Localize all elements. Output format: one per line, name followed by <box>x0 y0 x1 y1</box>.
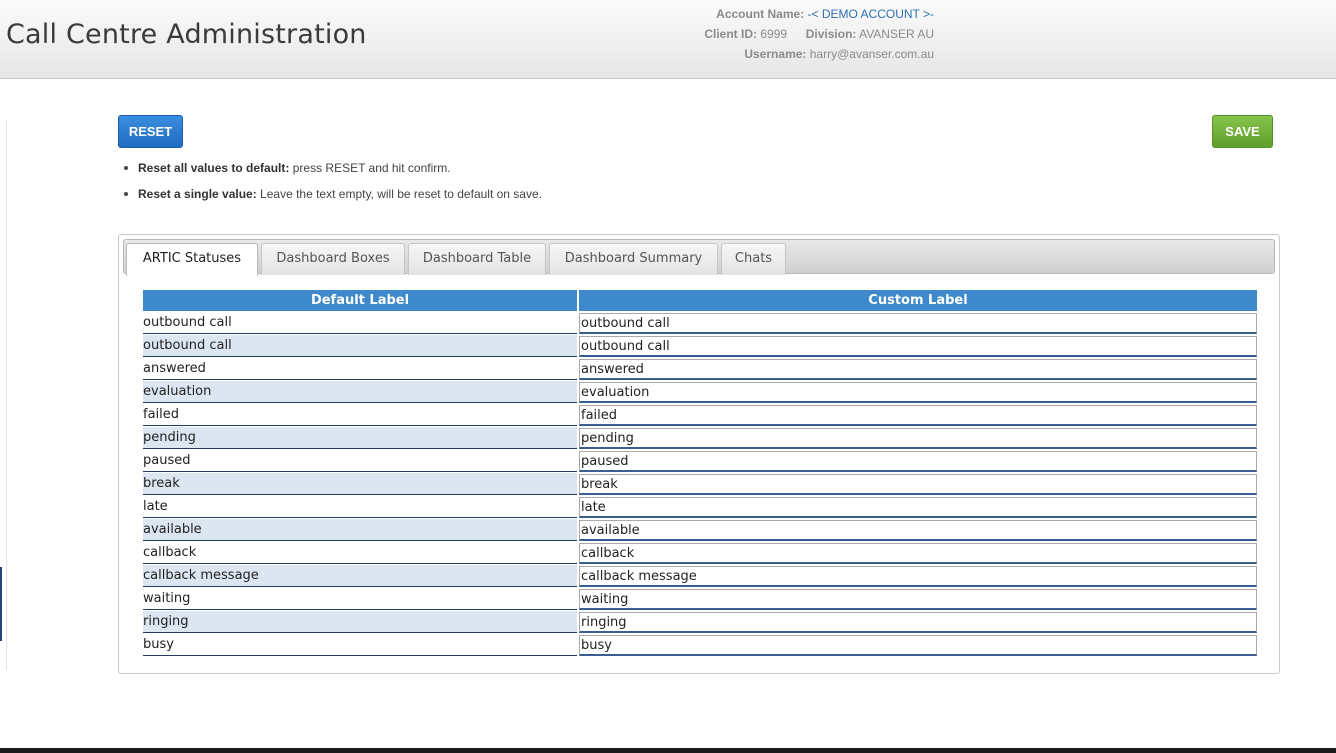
table-row: ringing <box>143 611 1257 634</box>
tab-dashboard-boxes[interactable]: Dashboard Boxes <box>261 243 405 275</box>
custom-label-input[interactable] <box>579 520 1257 541</box>
default-label-cell: paused <box>143 450 577 472</box>
left-divider <box>6 120 7 670</box>
default-label-cell: late <box>143 496 577 518</box>
division-label: Division: <box>805 27 857 41</box>
reset-button[interactable]: RESET <box>118 115 183 148</box>
default-label-cell: outbound call <box>143 335 577 357</box>
default-label-cell: waiting <box>143 588 577 610</box>
default-label-cell: available <box>143 519 577 541</box>
account-name-link[interactable]: -< DEMO ACCOUNT >- <box>808 7 934 21</box>
custom-label-input[interactable] <box>579 428 1257 449</box>
table-row: break <box>143 473 1257 496</box>
default-label-cell: callback <box>143 542 577 564</box>
column-header-default: Default Label <box>143 290 577 311</box>
default-label-cell: pending <box>143 427 577 449</box>
default-label-cell: busy <box>143 634 577 656</box>
client-division-line: Client ID: 6999 Division: AVANSER AU <box>704 24 934 44</box>
custom-label-input[interactable] <box>579 635 1257 656</box>
instruction-item: Reset all values to default: press RESET… <box>124 160 542 186</box>
default-label-cell: ringing <box>143 611 577 633</box>
table-row: callback <box>143 542 1257 565</box>
instructions-list: Reset all values to default: press RESET… <box>124 160 542 212</box>
custom-label-input[interactable] <box>579 612 1257 633</box>
table-row: paused <box>143 450 1257 473</box>
custom-label-input[interactable] <box>579 497 1257 518</box>
tab-dashboard-table[interactable]: Dashboard Table <box>408 243 546 275</box>
client-id-value: 6999 <box>760 27 788 41</box>
table-row: pending <box>143 427 1257 450</box>
tab-dashboard-summary[interactable]: Dashboard Summary <box>549 243 718 275</box>
tab-artic-statuses[interactable]: ARTIC Statuses <box>126 243 258 276</box>
client-id-label: Client ID: <box>704 27 757 41</box>
account-name-line: Account Name: -< DEMO ACCOUNT >- <box>704 4 934 24</box>
tab-bar: ARTIC Statuses Dashboard Boxes Dashboard… <box>123 239 1275 276</box>
default-label-cell: failed <box>143 404 577 426</box>
default-label-cell: answered <box>143 358 577 380</box>
table-row: waiting <box>143 588 1257 611</box>
table-row: evaluation <box>143 381 1257 404</box>
column-header-custom: Custom Label <box>579 290 1257 311</box>
custom-label-input[interactable] <box>579 382 1257 403</box>
bottom-border <box>0 748 1336 753</box>
save-button[interactable]: SAVE <box>1212 115 1273 148</box>
tab-chats[interactable]: Chats <box>721 243 786 275</box>
page-title: Call Centre Administration <box>6 19 367 50</box>
default-label-cell: break <box>143 473 577 495</box>
instruction-item: Reset a single value: Leave the text emp… <box>124 186 542 212</box>
table-row: late <box>143 496 1257 519</box>
custom-label-input[interactable] <box>579 336 1257 357</box>
custom-label-input[interactable] <box>579 543 1257 564</box>
table-row: busy <box>143 634 1257 657</box>
default-label-cell: callback message <box>143 565 577 587</box>
custom-label-input[interactable] <box>579 405 1257 426</box>
custom-label-input[interactable] <box>579 589 1257 610</box>
default-label-cell: outbound call <box>143 312 577 334</box>
labels-panel: ARTIC Statuses Dashboard Boxes Dashboard… <box>118 234 1280 674</box>
username-line: Username: harry@avanser.com.au <box>704 44 934 64</box>
table-row: available <box>143 519 1257 542</box>
table-row: outbound call <box>143 312 1257 335</box>
custom-label-input[interactable] <box>579 474 1257 495</box>
account-info: Account Name: -< DEMO ACCOUNT >- Client … <box>704 4 934 64</box>
username-value: harry@avanser.com.au <box>809 47 934 61</box>
default-label-cell: evaluation <box>143 381 577 403</box>
username-label: Username: <box>744 47 807 61</box>
custom-label-input[interactable] <box>579 566 1257 587</box>
account-name-label: Account Name: <box>716 7 805 21</box>
table-row: callback message <box>143 565 1257 588</box>
division-value: AVANSER AU <box>859 27 934 41</box>
custom-label-input[interactable] <box>579 313 1257 334</box>
table-row: failed <box>143 404 1257 427</box>
table-row: outbound call <box>143 335 1257 358</box>
custom-label-input[interactable] <box>579 359 1257 380</box>
page-header: Call Centre Administration Account Name:… <box>0 0 1336 79</box>
table-row: answered <box>143 358 1257 381</box>
custom-label-input[interactable] <box>579 451 1257 472</box>
left-edge-marker <box>0 567 2 641</box>
